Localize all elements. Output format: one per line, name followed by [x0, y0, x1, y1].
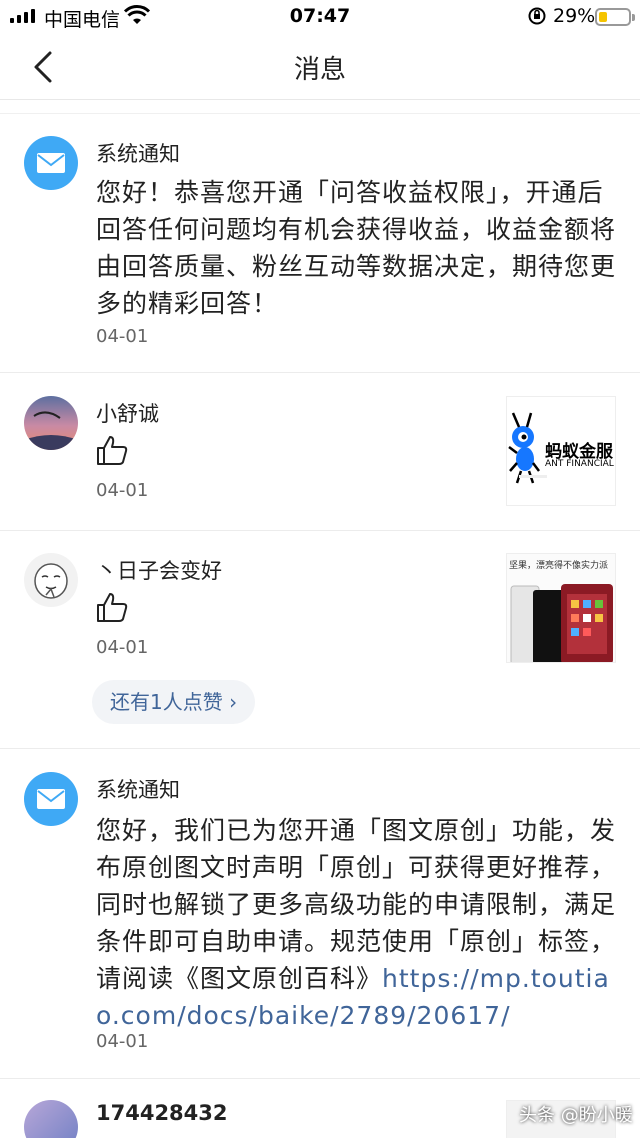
- divider: [0, 1078, 640, 1079]
- battery-percent: 29%: [553, 5, 596, 27]
- avatar[interactable]: [24, 553, 78, 607]
- avatar[interactable]: [24, 1100, 78, 1138]
- page-title: 消息: [293, 55, 346, 85]
- sender-name: 系统通知: [96, 142, 180, 166]
- battery-icon: [595, 8, 635, 26]
- sender-name: 小舒诚: [96, 402, 159, 426]
- message-date: 04-01: [96, 637, 149, 658]
- ant-financial-thumbnail[interactable]: 蚂蚁金服 ANT FINANCIAL: [506, 396, 616, 506]
- message-text: 您好！恭喜您开通「问答收益权限」，开通后回答任何问题均有机会获得收益，收益金额将…: [96, 178, 617, 318]
- divider: [0, 372, 640, 373]
- message-date: 04-01: [96, 326, 149, 347]
- phones-image: [510, 584, 613, 662]
- sender-name: 174428432: [96, 1101, 228, 1125]
- mail-icon: [24, 136, 78, 190]
- more-likes-button[interactable]: 还有1人点赞 ›: [92, 680, 256, 724]
- thumbnail-subtitle: ANT FINANCIAL: [545, 459, 614, 469]
- battery-level-fill: [599, 12, 607, 22]
- message-text: 您好，我们已为您开通「图文原创」功能，发布原创图文时声明「原创」可获得更好推荐，…: [96, 812, 616, 1034]
- nav-divider: [0, 99, 640, 100]
- message-date: 04-01: [96, 480, 149, 501]
- thumbs-up-icon: [97, 436, 128, 465]
- sender-name: 系统通知: [96, 778, 180, 802]
- list-top-divider: [0, 113, 640, 114]
- divider: [0, 748, 640, 749]
- mail-icon: [24, 772, 78, 826]
- watermark: 头条 @盼小暖: [519, 1105, 633, 1126]
- status-bar: 中国电信 07:47 29%: [0, 0, 640, 36]
- orientation-lock-icon: [528, 7, 546, 25]
- nav-bar: 消息: [0, 36, 640, 98]
- thumbs-up-icon: [97, 593, 128, 622]
- phone-ad-thumbnail[interactable]: 坚果，漂亮得不像实力派: [506, 553, 616, 663]
- divider: [0, 530, 640, 531]
- sender-name: 丶日子会变好: [96, 559, 222, 583]
- avatar[interactable]: [24, 396, 78, 450]
- message-date: 04-01: [96, 1031, 149, 1052]
